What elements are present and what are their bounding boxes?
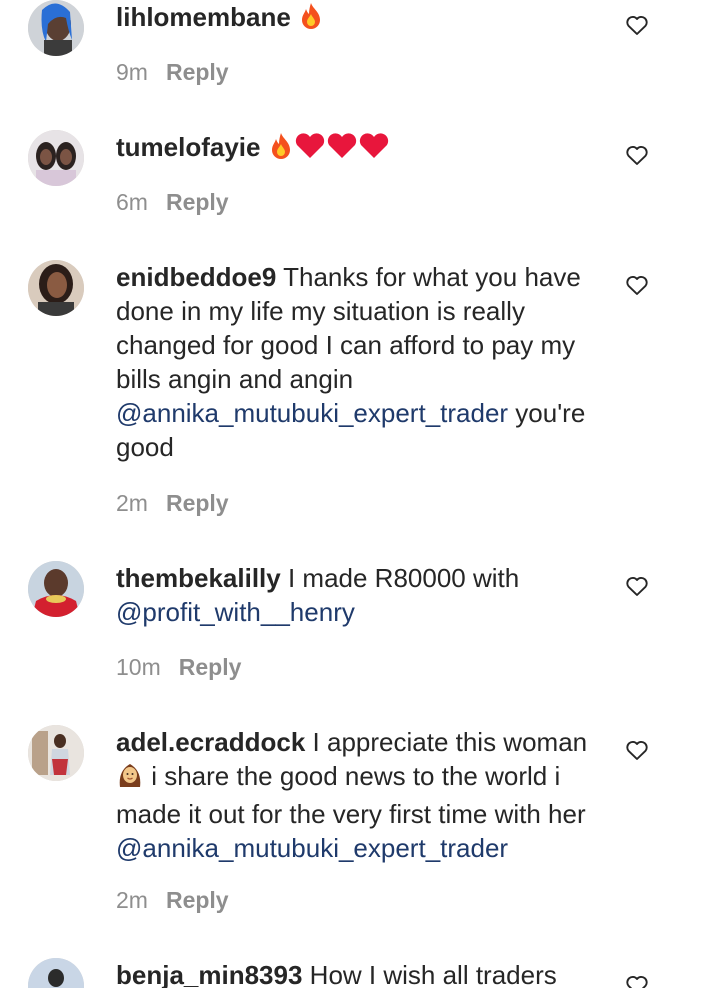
red-heart-icon <box>358 132 390 168</box>
reply-button[interactable]: Reply <box>166 189 229 215</box>
reply-button[interactable]: Reply <box>166 59 229 85</box>
comment-time: 9m <box>116 59 148 85</box>
avatar[interactable] <box>28 958 84 988</box>
comment-username[interactable]: tumelofayie <box>116 132 261 162</box>
comment-text: tumelofayie <box>116 130 606 168</box>
comment-time: 2m <box>116 490 148 516</box>
avatar[interactable] <box>28 260 84 316</box>
comment-mention-link[interactable]: @annika_mutubuki_expert_trader <box>116 398 508 428</box>
comment-meta: 10m Reply <box>116 652 241 682</box>
avatar-image-icon <box>28 260 84 316</box>
red-heart-icon <box>294 132 326 168</box>
heart-outline-icon[interactable] <box>625 13 649 37</box>
reply-button[interactable]: Reply <box>166 490 229 516</box>
avatar-image-icon <box>28 0 84 56</box>
avatar-image-icon <box>28 561 84 617</box>
comment-time: 6m <box>116 189 148 215</box>
comment-mention-link[interactable]: @profit_with__henry <box>116 597 355 627</box>
comment-text: adel.ecraddock I appreciate this woman i… <box>116 725 606 865</box>
comment-body: I appreciate this woman <box>305 727 588 757</box>
avatar-image-icon <box>28 958 84 988</box>
heart-outline-icon[interactable] <box>625 273 649 297</box>
comment-text: benja_min8393 How I wish all traders <box>116 958 606 988</box>
comment-text: thembekalilly I made R80000 with @profit… <box>116 561 606 629</box>
avatar[interactable] <box>28 0 84 56</box>
comment-username[interactable]: enidbeddoe9 <box>116 262 276 292</box>
comment-text: enidbeddoe9 Thanks for what you have don… <box>116 260 606 464</box>
comment-meta: 6m Reply <box>116 187 229 217</box>
woman-icon <box>116 761 144 797</box>
avatar[interactable] <box>28 561 84 617</box>
comment-meta: 2m Reply <box>116 885 229 915</box>
comment-username[interactable]: benja_min8393 <box>116 960 302 988</box>
comment-text: lihlomembane <box>116 0 606 38</box>
avatar[interactable] <box>28 130 84 186</box>
comment-mention-link[interactable]: @annika_mutubuki_expert_trader <box>116 833 508 863</box>
heart-outline-icon[interactable] <box>625 738 649 762</box>
comment-username[interactable]: thembekalilly <box>116 563 281 593</box>
avatar-image-icon <box>28 725 84 781</box>
comment-username[interactable]: lihlomembane <box>116 2 291 32</box>
comment-body: I made R80000 with <box>280 563 520 593</box>
avatar[interactable] <box>28 725 84 781</box>
comment-list: lihlomembane 9m Reply tumelofayie 6m Rep… <box>0 0 720 988</box>
red-heart-icon <box>326 132 358 168</box>
heart-outline-icon[interactable] <box>625 973 649 988</box>
comment-meta: 2m Reply <box>116 488 229 518</box>
avatar-image-icon <box>28 130 84 186</box>
heart-outline-icon[interactable] <box>625 574 649 598</box>
fire-icon <box>298 2 324 38</box>
reply-button[interactable]: Reply <box>179 654 242 680</box>
comment-body: How I wish all traders <box>302 960 557 988</box>
heart-outline-icon[interactable] <box>625 143 649 167</box>
comment-time: 10m <box>116 654 161 680</box>
comment-username[interactable]: adel.ecraddock <box>116 727 305 757</box>
fire-icon <box>268 132 294 168</box>
comment-meta: 9m Reply <box>116 57 229 87</box>
reply-button[interactable]: Reply <box>166 887 229 913</box>
comment-body-middle: i share the good news to the world i mad… <box>116 761 586 829</box>
comment-time: 2m <box>116 887 148 913</box>
